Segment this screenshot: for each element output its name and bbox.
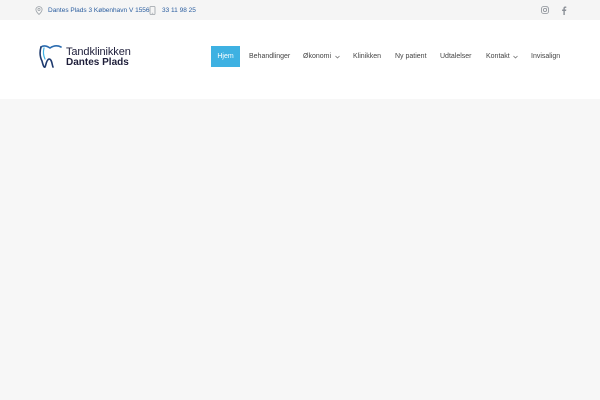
main-navigation: Hjem Behandlinger Økonomi Klinikken Ny p… [0, 46, 600, 67]
address-item: Dantes Plads 3 København V 1556 [34, 0, 150, 20]
nav-item-behandlinger[interactable]: Behandlinger [249, 46, 290, 67]
nav-item-label: Økonomi [303, 53, 332, 60]
nav-item-kontakt[interactable]: Kontakt [486, 46, 519, 67]
nav-item-okonomi[interactable]: Økonomi [303, 46, 340, 67]
nav-item-label: Behandlinger [249, 53, 291, 60]
nav-item-label: Udtalelser [440, 53, 472, 60]
nav-item-label: Invisalign [531, 53, 561, 60]
nav-item-label: Ny patient [395, 53, 427, 60]
phone-text[interactable]: 33 11 98 25 [162, 7, 196, 14]
nav-item-hjem[interactable]: Hjem [211, 46, 240, 67]
nav-item-klinikken[interactable]: Klinikken [353, 46, 381, 67]
site-header: Tandklinikken Dantes Plads Hjem Behandli… [0, 20, 600, 99]
top-bar: Dantes Plads 3 København V 1556 33 11 98… [0, 0, 600, 20]
nav-item-udtalelser[interactable]: Udtalelser [440, 46, 472, 67]
nav-item-label: Kontakt [486, 53, 510, 60]
nav-item-invisalign[interactable]: Invisalign [531, 46, 560, 67]
location-pin-icon [34, 5, 43, 15]
instagram-icon[interactable] [541, 0, 549, 20]
nav-item-ny-patient[interactable]: Ny patient [395, 46, 427, 67]
nav-item-label: Hjem [217, 53, 234, 60]
mobile-phone-icon [148, 5, 157, 15]
main-content-area [0, 99, 600, 400]
address-text: Dantes Plads 3 København V 1556 [48, 6, 150, 14]
chevron-down-icon [334, 54, 340, 60]
nav-item-label: Klinikken [353, 53, 382, 60]
chevron-down-icon [513, 54, 519, 60]
phone-item[interactable]: 33 11 98 25 [148, 0, 196, 20]
facebook-icon[interactable] [561, 0, 567, 20]
